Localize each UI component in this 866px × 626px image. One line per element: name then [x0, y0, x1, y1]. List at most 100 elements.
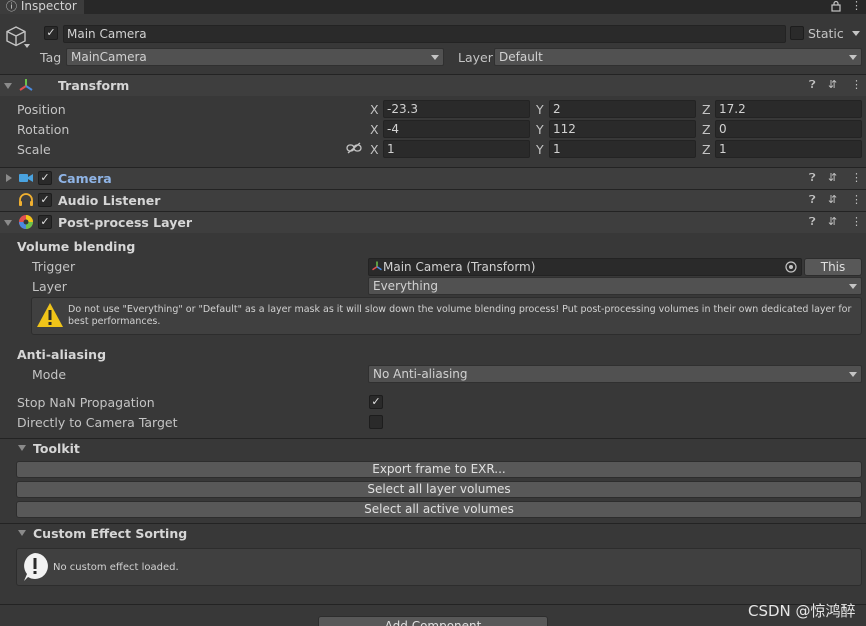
camera-enabled-checkbox[interactable]: ✓ [38, 171, 52, 185]
axis-x-label[interactable]: X [370, 102, 379, 117]
divider [0, 523, 866, 524]
foldout-arrow-icon[interactable] [4, 83, 12, 89]
rotation-y-field[interactable]: 112 [549, 120, 696, 138]
headphones-icon [18, 193, 34, 207]
axis-z-label[interactable]: Z [702, 142, 711, 157]
tag-label: Tag [40, 50, 62, 65]
foldout-arrow-icon[interactable] [18, 445, 26, 451]
camera-icon [18, 172, 34, 184]
divider [0, 438, 866, 439]
direct-target-checkbox[interactable] [369, 415, 383, 429]
tag-dropdown[interactable]: MainCamera [66, 48, 444, 66]
layer-mask-dropdown[interactable]: Everything [368, 277, 862, 295]
trigger-label: Trigger [32, 259, 76, 274]
warning-message: Do not use "Everything" or "Default" as … [68, 304, 852, 327]
presets-icon[interactable]: ⇵ [828, 78, 837, 91]
audio-listener-enabled-checkbox[interactable]: ✓ [38, 193, 52, 207]
axis-y-label[interactable]: Y [536, 142, 544, 157]
component-title: Audio Listener [58, 193, 161, 208]
component-title: Post-process Layer [58, 215, 192, 230]
object-name-field[interactable]: Main Camera [63, 25, 786, 43]
foldout-arrow-icon[interactable] [4, 220, 12, 226]
info-message: No custom effect loaded. [53, 562, 179, 573]
layer-value: Default [499, 50, 543, 64]
layer-dropdown[interactable]: Default [494, 48, 862, 66]
layer-label: Layer [458, 50, 493, 65]
kebab-menu-icon[interactable]: ⋮ [851, 215, 862, 228]
lock-icon[interactable] [830, 0, 842, 12]
foldout-arrow-icon[interactable] [18, 530, 26, 536]
axis-z-label[interactable]: Z [702, 122, 711, 137]
scale-z-field[interactable]: 1 [715, 140, 862, 158]
warning-icon [36, 302, 64, 328]
object-picker-icon[interactable] [785, 261, 797, 273]
presets-icon[interactable]: ⇵ [828, 215, 837, 228]
kebab-menu-icon[interactable]: ⋮ [851, 171, 862, 184]
component-title: Camera [58, 171, 112, 186]
transform-row-label: Rotation [17, 122, 70, 137]
link-scale-icon[interactable] [346, 142, 362, 154]
scale-y-field[interactable]: 1 [549, 140, 696, 158]
tab-inspector[interactable]: ⓘ Inspector [0, 0, 84, 14]
export-exr-button[interactable]: Export frame to EXR... [16, 461, 862, 478]
rotation-z-field[interactable]: 0 [715, 120, 862, 138]
chevron-down-icon [431, 55, 439, 60]
presets-icon[interactable]: ⇵ [828, 171, 837, 184]
axis-x-label[interactable]: X [370, 122, 379, 137]
trigger-object-field[interactable]: Main Camera (Transform) [368, 258, 802, 276]
position-z-field[interactable]: 17.2 [715, 100, 862, 118]
post-process-enabled-checkbox[interactable]: ✓ [38, 215, 52, 229]
axis-y-label[interactable]: Y [536, 122, 544, 137]
transform-row-label: Position [17, 102, 66, 117]
post-process-icon [18, 214, 34, 230]
foldout-arrow-icon[interactable] [6, 174, 12, 182]
rotation-x-field[interactable]: -4 [383, 120, 530, 138]
section-title[interactable]: Toolkit [33, 441, 80, 456]
info-icon: ⓘ [6, 0, 17, 13]
anti-aliasing-mode-dropdown[interactable]: No Anti-aliasing [368, 365, 862, 383]
mode-label: Mode [32, 367, 67, 382]
static-label: Static [808, 26, 844, 41]
kebab-menu-icon[interactable]: ⋮ [851, 193, 862, 206]
component-title: Transform [58, 78, 130, 93]
kebab-menu-icon[interactable]: ⋮ [851, 78, 862, 91]
help-icon[interactable]: ❓︎ [809, 215, 816, 229]
trigger-value: Main Camera (Transform) [383, 260, 536, 274]
tab-bar [0, 0, 866, 14]
help-icon[interactable]: ❓︎ [809, 193, 816, 207]
layer-mask-value: Everything [373, 279, 438, 293]
divider [0, 604, 866, 605]
transform-row-label: Scale [17, 142, 51, 157]
info-icon [21, 552, 49, 582]
icon-dropdown-arrow[interactable] [24, 44, 30, 48]
this-button[interactable]: This [804, 258, 862, 276]
stop-nan-label: Stop NaN Propagation [17, 395, 155, 410]
position-y-field[interactable]: 2 [549, 100, 696, 118]
section-title[interactable]: Custom Effect Sorting [33, 526, 187, 541]
mode-value: No Anti-aliasing [373, 367, 468, 381]
axis-z-label[interactable]: Z [702, 102, 711, 117]
transform-icon [371, 260, 383, 272]
section-title: Volume blending [17, 239, 136, 254]
add-component-button[interactable]: Add Component [318, 616, 548, 626]
scale-x-field[interactable]: 1 [383, 140, 530, 158]
select-active-volumes-button[interactable]: Select all active volumes [16, 501, 862, 518]
camera-header[interactable] [0, 167, 866, 189]
transform-header[interactable] [0, 74, 866, 96]
axis-y-label[interactable]: Y [536, 102, 544, 117]
presets-icon[interactable]: ⇵ [828, 193, 837, 206]
chevron-down-icon [849, 55, 857, 60]
chevron-down-icon [849, 372, 857, 377]
active-checkbox[interactable]: ✓ [44, 26, 58, 40]
static-dropdown-arrow[interactable] [852, 31, 860, 36]
tab-label: Inspector [20, 0, 77, 13]
stop-nan-checkbox[interactable]: ✓ [369, 395, 383, 409]
position-x-field[interactable]: -23.3 [383, 100, 530, 118]
select-layer-volumes-button[interactable]: Select all layer volumes [16, 481, 862, 498]
axis-x-label[interactable]: X [370, 142, 379, 157]
help-icon[interactable]: ❓︎ [809, 78, 816, 92]
static-checkbox[interactable] [790, 26, 804, 40]
direct-target-label: Directly to Camera Target [17, 415, 178, 430]
help-icon[interactable]: ❓︎ [809, 171, 816, 185]
kebab-menu-icon[interactable]: ⋮ [851, 0, 862, 12]
